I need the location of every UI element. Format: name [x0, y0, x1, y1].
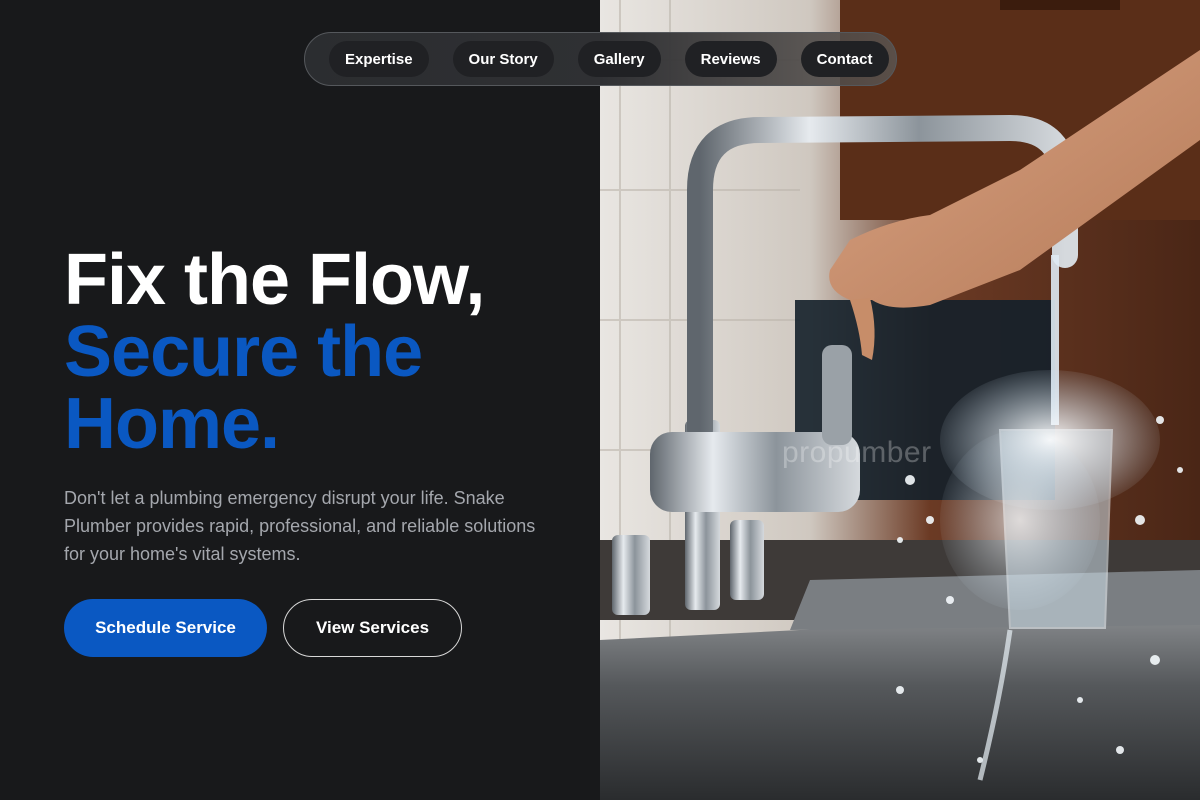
nav-item-reviews[interactable]: Reviews	[684, 41, 777, 77]
hero-title-line1: Fix the Flow,	[64, 240, 485, 320]
hero-description: Don't let a plumbing emergency disrupt y…	[64, 488, 536, 564]
faucet-photo	[600, 0, 1200, 800]
nav-item-expertise[interactable]: Expertise	[329, 41, 429, 77]
hero-title-line2: Secure the Home.	[64, 316, 484, 460]
image-watermark: propumber	[782, 436, 932, 469]
view-services-button[interactable]: View Services	[283, 599, 462, 657]
nav-item-gallery[interactable]: Gallery	[577, 41, 661, 77]
hero-title-accent: Secure the Home.	[64, 312, 423, 464]
nav-item-our-story[interactable]: Our Story	[452, 41, 554, 77]
hero-headline: Fix the Flow, Secure the Home.	[64, 240, 485, 460]
hero-image: propumber	[600, 0, 1200, 800]
main-navigation: Expertise Our Story Gallery Reviews Cont…	[304, 32, 897, 86]
nav-item-contact[interactable]: Contact	[800, 41, 889, 77]
hero-left-panel: Fix the Flow, Secure the Home. Don't let…	[0, 0, 600, 800]
schedule-service-button[interactable]: Schedule Service	[64, 599, 267, 657]
